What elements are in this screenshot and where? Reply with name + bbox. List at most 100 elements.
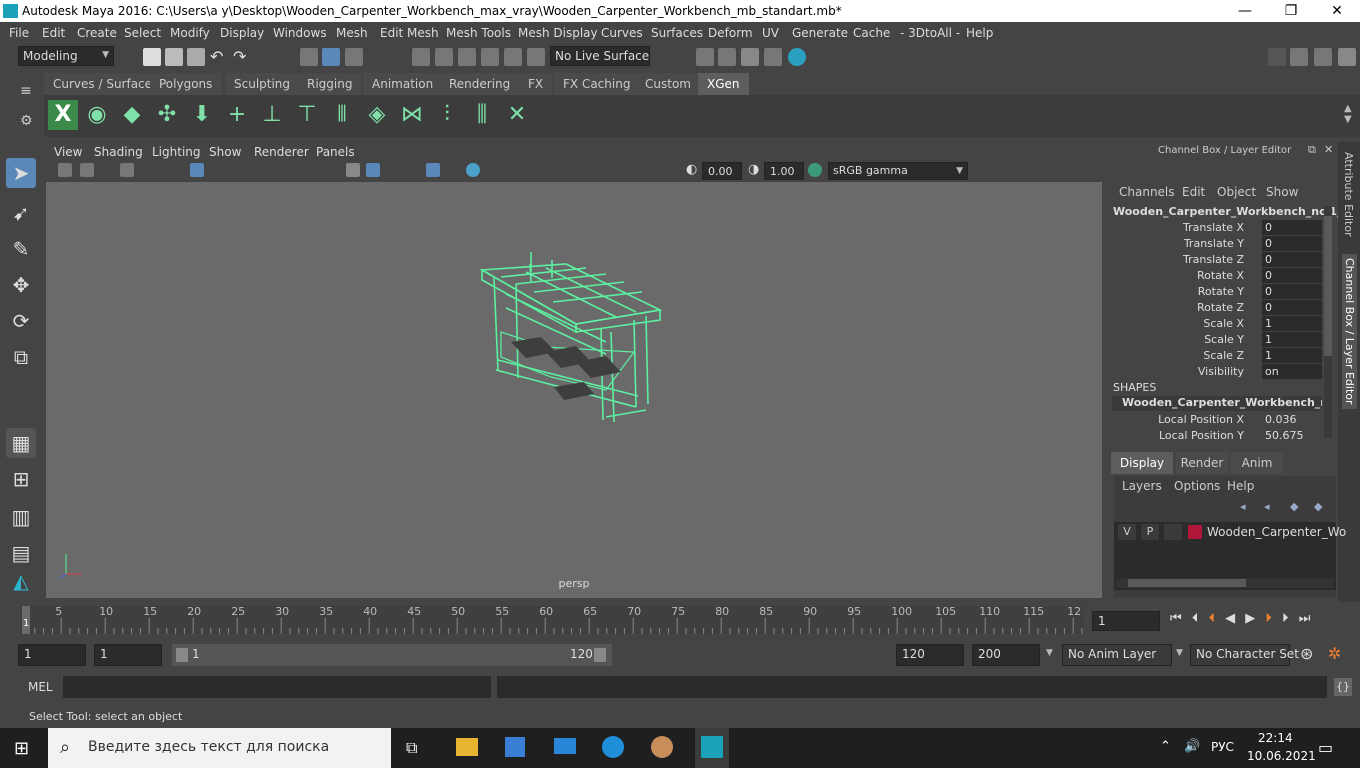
menu-display[interactable]: Display xyxy=(220,26,264,40)
attr-value[interactable]: 0 xyxy=(1262,220,1322,235)
attr-value[interactable]: on xyxy=(1262,364,1322,379)
attr-label[interactable]: Rotate Y xyxy=(1198,285,1244,298)
attr-value[interactable]: 0 xyxy=(1262,252,1322,267)
xgen-groom-icon[interactable]: ⫶ xyxy=(432,100,462,130)
minimize-button[interactable]: — xyxy=(1222,0,1268,22)
snap-grid-icon[interactable] xyxy=(412,48,430,66)
tab-sculpting[interactable]: Sculpting xyxy=(225,73,300,95)
vp-menu-renderer[interactable]: Renderer xyxy=(254,145,309,159)
tab-polygons[interactable]: Polygons xyxy=(150,73,222,95)
xgen-editor-icon[interactable]: X xyxy=(48,100,78,130)
layer-menu-help[interactable]: Help xyxy=(1227,479,1254,493)
render-settings-icon[interactable] xyxy=(764,48,782,66)
attr-value[interactable]: 1 xyxy=(1262,348,1322,363)
menu-mesh-display[interactable]: Mesh Display xyxy=(518,26,598,40)
anim-layer-dropdown[interactable]: No Anim Layer xyxy=(1062,644,1172,666)
shaded-wireframe-icon[interactable] xyxy=(366,163,380,177)
viewport-persp[interactable]: persp xyxy=(46,182,1102,598)
lasso-tool-icon[interactable]: ➹ xyxy=(6,198,36,228)
render-frame-icon[interactable] xyxy=(718,48,736,66)
snap-surface-icon[interactable] xyxy=(504,48,522,66)
attr-label[interactable]: Translate X xyxy=(1183,221,1244,234)
sidebar-toggle-icon[interactable] xyxy=(1268,48,1286,66)
attr-value[interactable]: 0 xyxy=(1262,300,1322,315)
menu-windows[interactable]: Windows xyxy=(273,26,327,40)
close-panel-icon[interactable]: ✕ xyxy=(1324,143,1333,156)
range-end-handle[interactable] xyxy=(594,648,606,662)
scrollbar-thumb[interactable] xyxy=(1324,216,1332,356)
tab-curves-surfaces[interactable]: Curves / Surfaces xyxy=(44,73,168,95)
save-scene-icon[interactable] xyxy=(187,48,205,66)
xray-icon[interactable] xyxy=(426,163,440,177)
current-frame-field[interactable]: 1 xyxy=(1092,611,1160,631)
scrollbar-thumb[interactable] xyxy=(1128,579,1246,587)
snap-view-icon[interactable] xyxy=(481,48,499,66)
task-view-icon[interactable]: ⧉ xyxy=(406,738,417,758)
move-layer-down-icon[interactable]: ◂ xyxy=(1264,500,1270,513)
restore-button[interactable]: ❐ xyxy=(1268,0,1314,22)
outliner-layout-icon[interactable]: ▤ xyxy=(6,538,36,568)
edge-icon[interactable] xyxy=(602,736,624,758)
xgen-add-icon[interactable]: + xyxy=(222,100,252,130)
attr-value[interactable]: 1 xyxy=(1262,332,1322,347)
menu-3dtoall[interactable]: - 3DtoAll - xyxy=(900,26,960,40)
tab-rendering[interactable]: Rendering xyxy=(440,73,520,95)
attr-label[interactable]: Scale Z xyxy=(1203,349,1244,362)
color-space-dropdown[interactable]: sRGB gamma ▼ xyxy=(828,162,968,180)
xgen-lock-icon[interactable]: ⊤ xyxy=(292,100,322,130)
move-layer-up-icon[interactable]: ◂ xyxy=(1240,500,1246,513)
float-panel-icon[interactable]: ⧉ xyxy=(1308,143,1316,157)
paint-icon[interactable] xyxy=(651,736,673,758)
xgen-preview-icon[interactable]: ◉ xyxy=(82,100,112,130)
chevron-down-icon[interactable]: ▼ xyxy=(1176,648,1183,658)
menu-help[interactable]: Help xyxy=(966,26,993,40)
attr-value[interactable]: 0 xyxy=(1262,284,1322,299)
vp-menu-view[interactable]: View xyxy=(54,145,82,159)
file-explorer-icon[interactable] xyxy=(456,738,478,756)
layer-playback-toggle[interactable]: P xyxy=(1141,524,1159,540)
vp-menu-shading[interactable]: Shading xyxy=(94,145,143,159)
open-scene-icon[interactable] xyxy=(165,48,183,66)
tab-animation[interactable]: Animation xyxy=(363,73,443,95)
shape-attr-label[interactable]: Local Position Y xyxy=(1159,429,1244,442)
attribute-editor-icon[interactable] xyxy=(1314,48,1332,66)
shape-attr-value[interactable]: 50.675 xyxy=(1262,428,1322,443)
auto-key-icon[interactable]: ⊛ xyxy=(1300,644,1313,663)
select-component-icon[interactable] xyxy=(345,48,363,66)
menu-edit[interactable]: Edit xyxy=(42,26,65,40)
attr-label[interactable]: Translate Z xyxy=(1183,253,1244,266)
select-hierarchy-icon[interactable] xyxy=(300,48,318,66)
select-object-icon[interactable] xyxy=(322,48,340,66)
layer-tab-render[interactable]: Render xyxy=(1176,452,1228,474)
shelf-scroll-icon[interactable]: ▲ ▼ xyxy=(1344,103,1352,125)
two-layout-icon[interactable]: ▥ xyxy=(6,502,36,532)
chevron-down-icon[interactable]: ▼ xyxy=(1046,648,1053,658)
move-tool-icon[interactable]: ✥ xyxy=(6,270,36,300)
redo-icon[interactable]: ↷ xyxy=(233,48,251,66)
vp-menu-show[interactable]: Show xyxy=(209,145,241,159)
exposure-field[interactable]: 0.00 xyxy=(702,162,742,180)
layer-color-swatch[interactable] xyxy=(1188,525,1202,539)
undo-icon[interactable]: ↶ xyxy=(210,48,228,66)
cb-menu-show[interactable]: Show xyxy=(1266,185,1298,199)
step-back-key-icon[interactable]: ⏴ xyxy=(1208,611,1215,626)
menu-mesh[interactable]: Mesh xyxy=(336,26,368,40)
new-scene-icon[interactable] xyxy=(143,48,161,66)
channel-box-scrollbar[interactable] xyxy=(1324,206,1332,438)
new-layer-selected-icon[interactable]: ◆ xyxy=(1314,500,1322,513)
play-forward-icon[interactable]: ▶ xyxy=(1245,611,1255,626)
xgen-sculpt-icon[interactable]: ⋈ xyxy=(397,100,427,130)
cb-menu-channels[interactable]: Channels xyxy=(1119,185,1175,199)
range-bar[interactable]: 1 120 xyxy=(172,644,612,666)
vp-menu-panels[interactable]: Panels xyxy=(316,145,355,159)
layer-tab-display[interactable]: Display xyxy=(1111,452,1173,474)
tab-fx-caching[interactable]: FX Caching xyxy=(554,73,640,95)
go-to-start-icon[interactable]: ⏮ xyxy=(1170,611,1182,626)
menu-curves[interactable]: Curves xyxy=(601,26,643,40)
tab-custom[interactable]: Custom xyxy=(636,73,700,95)
maya-taskbar-button[interactable] xyxy=(695,728,729,768)
shape-attr-value[interactable]: 0.036 xyxy=(1262,412,1322,427)
layer-hscrollbar[interactable] xyxy=(1116,578,1334,588)
mode-dropdown[interactable]: Modeling ▼ xyxy=(18,46,114,66)
taskbar-search[interactable]: ⌕ Введите здесь текст для поиска xyxy=(48,728,391,768)
